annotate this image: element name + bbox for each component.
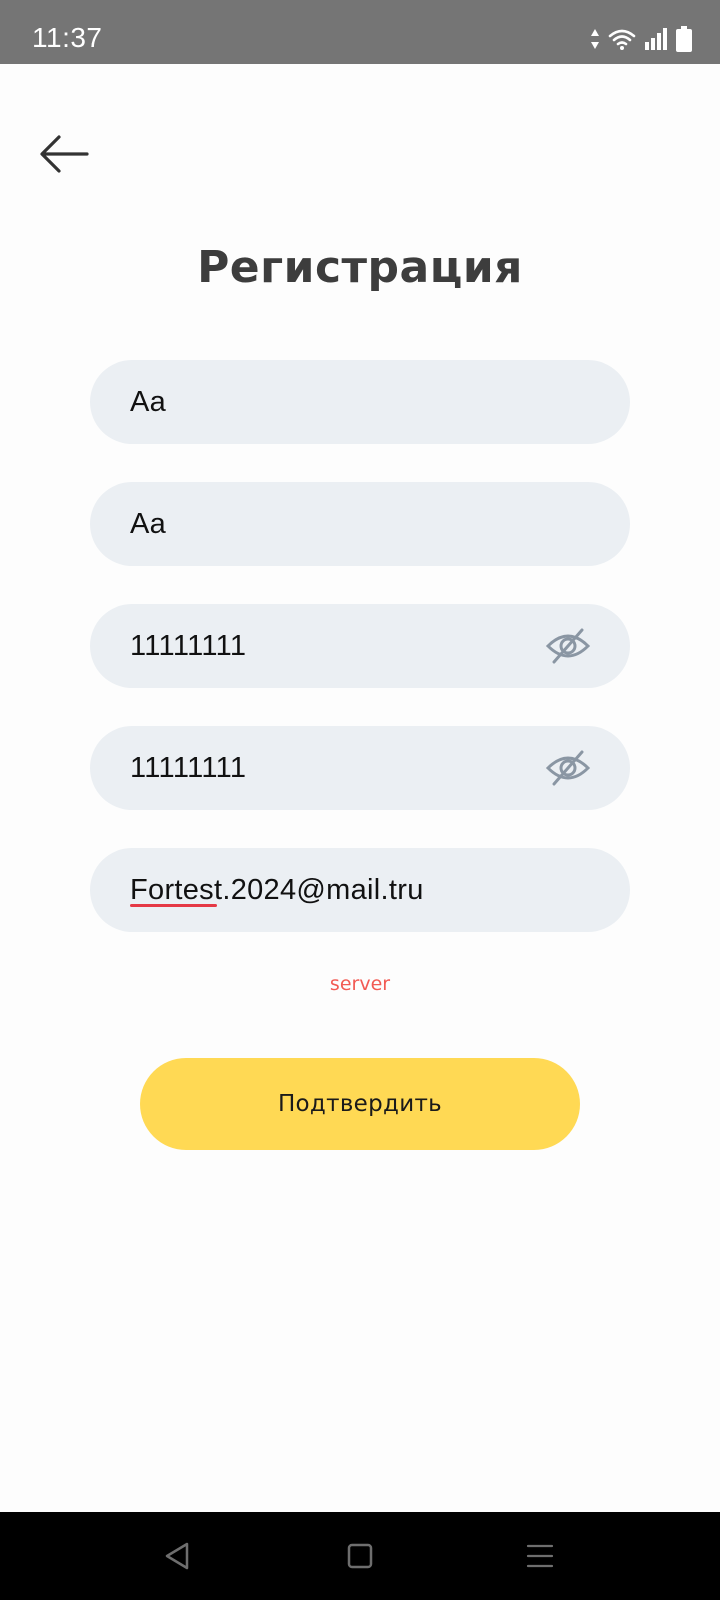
back-triangle-icon — [165, 1542, 189, 1570]
battery-icon — [676, 26, 692, 52]
system-nav-bar — [0, 1512, 720, 1600]
page-title: Регистрация — [197, 242, 523, 293]
eye-off-icon — [546, 750, 590, 786]
confirm-button-label: Подтвердить — [277, 1091, 443, 1117]
nav-back-button[interactable] — [155, 1534, 199, 1578]
toggle-password-visibility-button[interactable] — [546, 624, 590, 668]
toggle-confirm-password-visibility-button[interactable] — [546, 746, 590, 790]
password-field[interactable]: 11111111 — [90, 604, 630, 688]
confirm-button[interactable]: Подтвердить — [140, 1058, 580, 1150]
status-icons — [590, 26, 692, 52]
back-button[interactable] — [36, 128, 92, 180]
eye-off-icon — [546, 628, 590, 664]
last-name-field[interactable]: Aa — [90, 482, 630, 566]
spellcheck-underline — [130, 904, 217, 907]
password-value: 11111111 — [130, 629, 247, 662]
first-name-value: Aa — [130, 385, 167, 418]
nav-menu-button[interactable] — [518, 1534, 562, 1578]
last-name-value: Aa — [130, 507, 167, 540]
home-square-icon — [347, 1543, 373, 1569]
confirm-password-value: 11111111 — [130, 751, 247, 784]
email-value: Fortest.2024@mail.tru — [130, 873, 424, 906]
status-time: 11:37 — [32, 22, 103, 53]
signal-icon — [644, 27, 668, 51]
menu-lines-icon — [526, 1544, 554, 1568]
status-bar: 11:37 — [0, 0, 720, 64]
nav-home-button[interactable] — [338, 1534, 382, 1578]
data-arrows-icon — [590, 28, 600, 50]
wifi-icon — [608, 27, 636, 51]
arrow-left-icon — [40, 135, 89, 173]
email-field[interactable]: Fortest.2024@mail.tru — [90, 848, 630, 932]
error-message: server — [329, 973, 391, 995]
first-name-field[interactable]: Aa — [90, 360, 630, 444]
confirm-password-field[interactable]: 11111111 — [90, 726, 630, 810]
